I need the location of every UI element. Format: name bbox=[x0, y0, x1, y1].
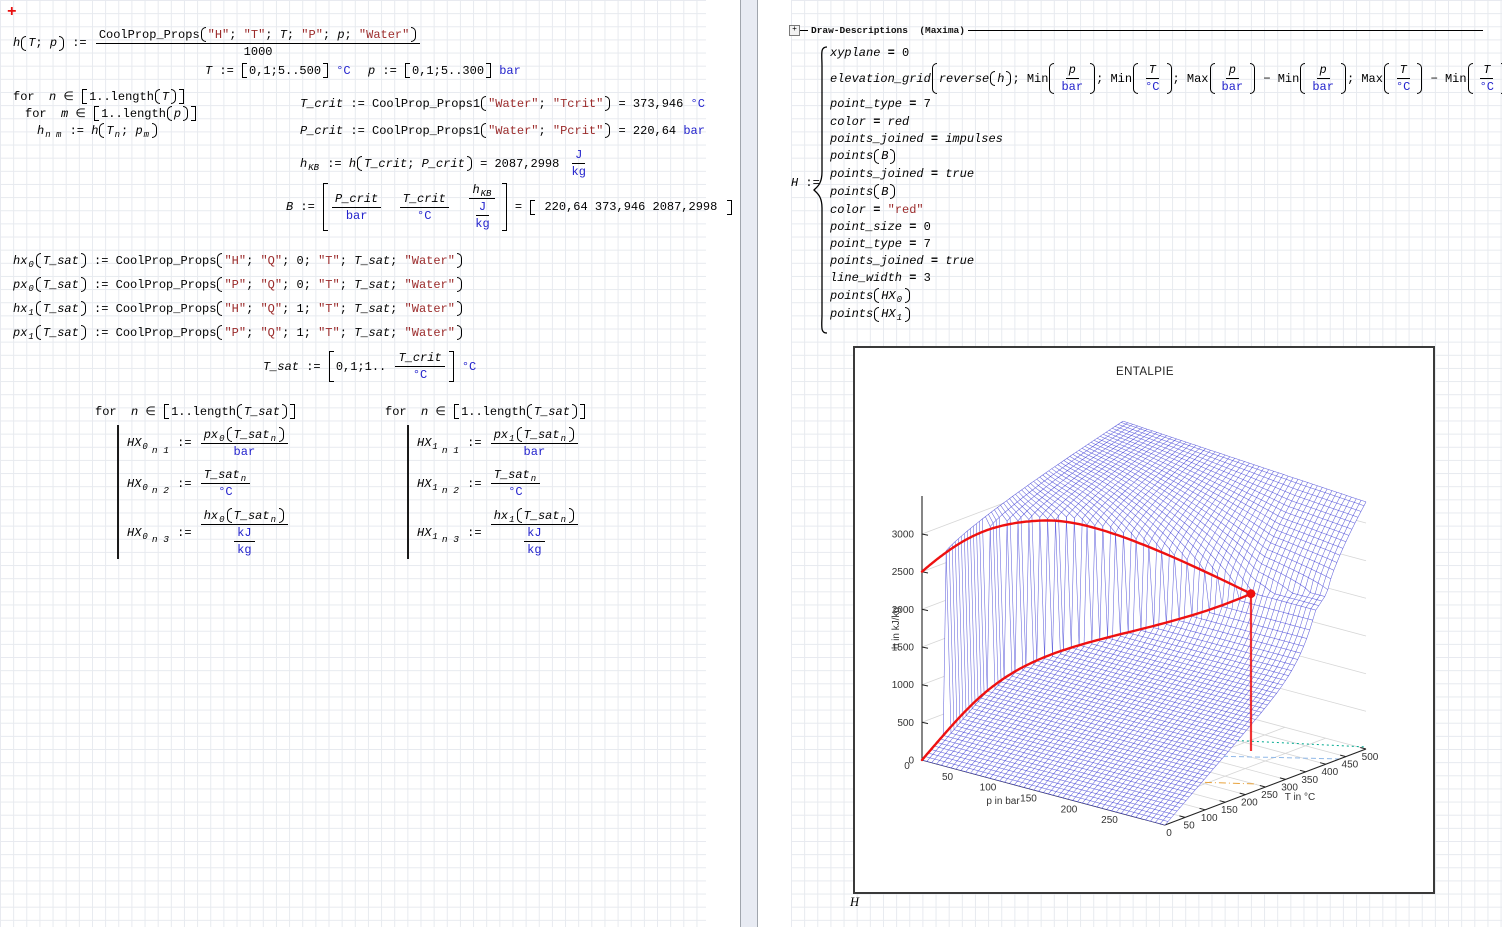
svg-text:50: 50 bbox=[1184, 820, 1196, 831]
draw-item-7[interactable]: pointsB bbox=[830, 184, 896, 199]
x-axis-title: p in bar bbox=[986, 796, 1020, 807]
formula-B_vec[interactable]: B := P_critbar T_crit°C hKBJkg = 220,64 … bbox=[286, 183, 733, 231]
plot-title: ENTALPIE bbox=[1116, 366, 1174, 378]
draw-item-12[interactable]: line_width = 3 bbox=[830, 271, 931, 285]
draw-descriptions-label: Draw-Descriptions (Maxima) bbox=[808, 25, 968, 36]
plot-variable-label: H bbox=[850, 895, 859, 910]
draw-item-2[interactable]: point_type = 7 bbox=[830, 97, 931, 111]
draw-item-9[interactable]: point_size = 0 bbox=[830, 220, 931, 234]
header-rule bbox=[968, 30, 1483, 31]
svg-text:100: 100 bbox=[980, 783, 997, 794]
svg-text:500: 500 bbox=[897, 718, 914, 729]
formula-hx0[interactable]: hx0T_sat := CoolProp_Props"H"; "Q"; 0; "… bbox=[13, 252, 463, 269]
draw-item-11[interactable]: points_joined = true bbox=[830, 254, 974, 268]
draw-item-4[interactable]: points_joined = impulses bbox=[830, 132, 1003, 146]
enthalpy-plot-region[interactable]: 0500100015002000250030000501001502002500… bbox=[853, 346, 1435, 894]
svg-text:200: 200 bbox=[1241, 798, 1258, 809]
formula-HX0_loop[interactable]: for n ∈ 1..lengthT_satHX0n 1 := px0T_sat… bbox=[95, 403, 296, 559]
formula-h_matrix_loop[interactable]: for n ∈ 1..lengthTfor m ∈ 1..lengthphn m… bbox=[13, 88, 197, 139]
z-axis-title: h in kJ/kg bbox=[891, 607, 902, 649]
system-brace bbox=[813, 44, 829, 336]
svg-text:350: 350 bbox=[1301, 775, 1318, 786]
formula-hx1[interactable]: hx1T_sat := CoolProp_Props"H"; "Q"; 1; "… bbox=[13, 300, 463, 317]
svg-text:200: 200 bbox=[1061, 804, 1078, 815]
draw-item-5[interactable]: pointsB bbox=[830, 149, 896, 164]
svg-text:100: 100 bbox=[1201, 813, 1218, 824]
y-axis-title: T in °C bbox=[1285, 792, 1316, 803]
formula-px1[interactable]: px1T_sat := CoolProp_Props"P"; "Q"; 1; "… bbox=[13, 324, 463, 341]
draw-item-14[interactable]: pointsHX1 bbox=[830, 307, 911, 322]
draw-item-6[interactable]: points_joined = true bbox=[830, 167, 974, 181]
draw-item-1[interactable]: elevation_gridreverseh; Minpbar; MinT°C;… bbox=[830, 63, 1502, 94]
formula-p_def[interactable]: p := 0,1;5..300 bar bbox=[368, 62, 521, 79]
formula-P_crit[interactable]: P_crit := CoolProp_Props1"Water"; "Pcrit… bbox=[300, 122, 705, 139]
page-divider bbox=[740, 0, 758, 927]
draw-item-8[interactable]: color = "red" bbox=[830, 203, 924, 217]
svg-text:3000: 3000 bbox=[892, 530, 915, 541]
formula-HX1_loop[interactable]: for n ∈ 1..lengthT_satHX1n 1 := px1T_sat… bbox=[385, 403, 586, 559]
draw-descriptions-list[interactable]: xyplane = 0 elevation_gridreverseh; Minpb… bbox=[830, 46, 1502, 325]
svg-text:150: 150 bbox=[1020, 794, 1037, 805]
smath-worksheet: { "left_page": { "cursor": "+", "formula… bbox=[0, 0, 1502, 927]
formula-h_KB[interactable]: hKB := hT_crit; P_crit = 2087,2998 Jkg bbox=[300, 148, 591, 179]
svg-text:450: 450 bbox=[1342, 760, 1359, 771]
svg-text:250: 250 bbox=[1101, 815, 1118, 826]
formula-T_def[interactable]: T := 0,1;5..500 °C bbox=[205, 62, 351, 79]
header-dash bbox=[800, 30, 808, 31]
expand-collapse-icon[interactable]: + bbox=[789, 25, 800, 36]
draw-item-3[interactable]: color = red bbox=[830, 115, 909, 129]
formula-px0[interactable]: px0T_sat := CoolProp_Props"P"; "Q"; 0; "… bbox=[13, 276, 463, 293]
draw-item-13[interactable]: pointsHX0 bbox=[830, 288, 911, 303]
critical-point bbox=[1247, 589, 1256, 598]
formula-T_sat_def[interactable]: T_sat := 0,1;1.. T_crit°C °C bbox=[263, 351, 476, 382]
svg-text:500: 500 bbox=[1362, 752, 1379, 763]
draw-item-10[interactable]: point_type = 7 bbox=[830, 237, 931, 251]
svg-text:150: 150 bbox=[1221, 805, 1238, 816]
formula-h_def[interactable]: hT; p := CoolProp_Props"H"; "T"; T; "P";… bbox=[13, 27, 422, 59]
insertion-cursor[interactable]: + bbox=[7, 3, 17, 21]
svg-text:0: 0 bbox=[1166, 828, 1172, 839]
svg-text:0: 0 bbox=[904, 761, 910, 772]
3d-surface-plot: 0500100015002000250030000501001502002500… bbox=[855, 348, 1429, 888]
draw-item-0[interactable]: xyplane = 0 bbox=[830, 46, 909, 60]
svg-text:50: 50 bbox=[942, 772, 954, 783]
formula-T_crit[interactable]: T_crit := CoolProp_Props1"Water"; "Tcrit… bbox=[300, 95, 705, 112]
svg-text:250: 250 bbox=[1261, 790, 1278, 801]
svg-text:400: 400 bbox=[1321, 767, 1338, 778]
svg-text:2500: 2500 bbox=[892, 567, 915, 578]
draw-descriptions-header: + Draw-Descriptions (Maxima) bbox=[789, 25, 1483, 36]
svg-text:1000: 1000 bbox=[892, 680, 915, 691]
